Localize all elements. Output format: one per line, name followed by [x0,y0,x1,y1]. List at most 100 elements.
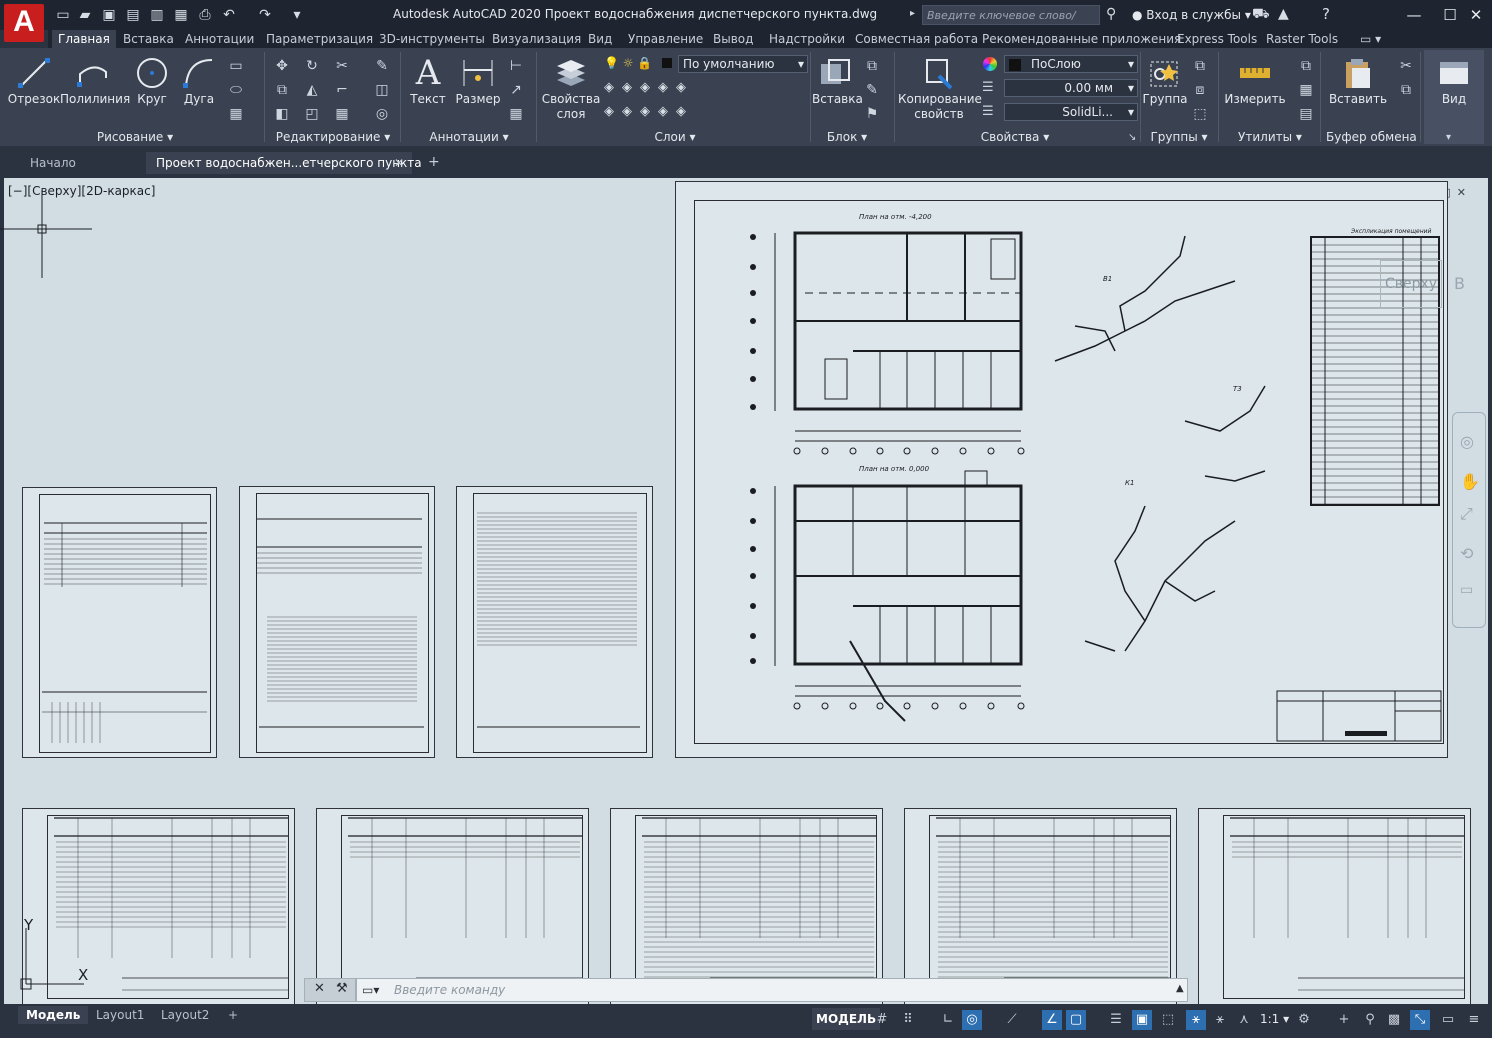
fillet-icon[interactable]: ⌐ [332,80,352,100]
tab-home[interactable]: Главная [52,30,116,48]
line-button[interactable]: Отрезок [6,54,62,128]
block-panel-title[interactable]: Блок ▾ [812,130,882,145]
isodraft-icon[interactable]: ⟋ [1002,1010,1022,1030]
open-web-icon[interactable]: ▥ [148,6,166,24]
new-tab-icon[interactable]: + [428,154,440,170]
tab-view[interactable]: Вид [582,30,618,48]
move-icon[interactable]: ✥ [272,56,292,76]
copy-clip-icon[interactable]: ⧉ [1396,80,1416,100]
group-edit-icon[interactable]: ⧈ [1190,80,1210,100]
search-expand-icon[interactable]: ▸ [910,8,915,19]
polyline-button[interactable]: Полилиния [60,54,130,128]
tab-layout2[interactable]: Layout2 [153,1006,217,1024]
application-menu-button[interactable]: A [4,4,44,42]
zoom-extents-icon[interactable]: ⤢ [1460,504,1473,524]
mirror-icon[interactable]: ◭ [302,80,322,100]
groups-panel-title[interactable]: Группы ▾ [1142,130,1216,145]
add-layout-icon[interactable]: + [220,1006,246,1024]
tab-drawing-file[interactable]: Проект водоснабжен...етчерского пункта ✕ [146,152,422,174]
offset-icon[interactable]: ◎ [372,104,392,124]
color-dropdown[interactable]: ПоСлою ▾ [1004,55,1138,73]
wrench-icon[interactable]: ⚒ [336,981,348,996]
orbit-icon[interactable]: ⟲ [1460,544,1473,563]
customize-qat-icon[interactable]: ▾ [288,6,306,24]
command-history-icon[interactable]: ▭▾ [362,983,379,997]
redo-icon[interactable]: ↷ [256,6,274,24]
object-snap-icon[interactable]: ▢ [1066,1010,1086,1030]
text-button[interactable]: A Текст [404,53,452,128]
create-block-icon[interactable]: ⧉ [862,56,882,76]
tab-insert[interactable]: Вставка [117,30,180,48]
rectangle-icon[interactable]: ▭ [226,56,246,76]
clean-screen-toggle-icon[interactable]: ⤡ [1410,1010,1430,1030]
layers-panel-title[interactable]: Слои ▾ [600,130,750,145]
binoculars-icon[interactable]: ⚲ [1106,6,1116,22]
transparency-icon[interactable]: ▣ [1132,1010,1152,1030]
model-space-button[interactable]: МОДЕЛЬ [812,1008,881,1030]
ungroup-icon[interactable]: ⧉ [1190,56,1210,76]
hardware-acceleration-icon[interactable]: ▩ [1384,1010,1404,1030]
minimize-button[interactable]: — [1400,4,1428,26]
snap-icon[interactable]: ⠿ [898,1010,918,1030]
showmotion-icon[interactable]: ▭ [1460,582,1473,598]
copy-icon[interactable]: ⧉ [272,80,292,100]
autodesk-a360-icon[interactable]: ▲ [1278,6,1289,22]
help-icon[interactable]: ? [1322,5,1330,23]
search-input[interactable]: Введите ключевое слово/фразу [922,5,1100,42]
layer-dropdown[interactable]: По умолчанию ▾ [678,55,808,73]
dimension-button[interactable]: Размер [452,54,504,128]
arc-button[interactable]: Дуга [176,54,222,128]
group-button[interactable]: Группа [1142,54,1188,128]
annotation-panel-title[interactable]: Аннотации ▾ [404,130,534,145]
linear-dimension-icon[interactable]: ⊢ [506,56,526,76]
grid-icon[interactable]: # [872,1010,892,1030]
tab-featured-apps[interactable]: Рекомендованные приложения [976,30,1187,48]
measure-button[interactable]: Измерить [1222,54,1288,128]
annotation-visibility-icon[interactable]: ⚹ [1186,1010,1206,1030]
save-as-icon[interactable]: ▤ [124,6,142,24]
tab-3d-tools[interactable]: 3D-инструменты [373,30,491,48]
tab-layout1[interactable]: Layout1 [88,1006,152,1024]
close-icon[interactable]: ✕ [314,981,325,996]
layer-tools-row-1[interactable]: ◈◈◈◈◈ [604,80,694,95]
undo-icon[interactable]: ↶ [220,6,238,24]
block-attributes-icon[interactable]: ⚑ [862,104,882,124]
lineweight-dropdown[interactable]: 0.00 мм ▾ [1004,79,1138,97]
circle-button[interactable]: Круг [126,54,178,128]
clipboard-panel-title[interactable]: Буфер обмена [1326,130,1417,145]
workspace-gear-icon[interactable]: ⚙ [1294,1010,1314,1030]
edit-block-icon[interactable]: ✎ [862,80,882,100]
customize-menu-icon[interactable]: ≡ [1464,1010,1484,1030]
tab-model[interactable]: Модель [18,1006,89,1024]
tab-manage[interactable]: Управление [622,30,709,48]
properties-panel-title[interactable]: Свойства ▾ [960,130,1070,145]
tab-output[interactable]: Вывод [707,30,759,48]
isolate-objects-icon[interactable]: ⚲ [1360,1010,1380,1030]
linetype-dropdown[interactable]: SolidLi... ▾ [1004,103,1138,121]
id-point-icon[interactable]: ▤ [1296,104,1316,124]
close-icon[interactable]: ✕ [394,152,404,174]
leader-icon[interactable]: ↗ [506,80,526,100]
trim-icon[interactable]: ✂ [332,56,352,76]
command-input[interactable]: Введите команду [394,983,505,997]
properties-dialog-launcher-icon[interactable]: ↘ [1128,132,1136,143]
insert-block-button[interactable]: Вставка [812,54,863,128]
quick-select-icon[interactable]: ⧉ [1296,56,1316,76]
match-properties-button[interactable]: Копирование свойств [898,54,982,128]
explode-icon[interactable]: ◫ [372,80,392,100]
tab-addins[interactable]: Надстройки [763,30,851,48]
tab-parametric[interactable]: Параметризация [260,30,379,48]
tab-visualize[interactable]: Визуализация [486,30,587,48]
rotate-icon[interactable]: ↻ [302,56,322,76]
scale-icon[interactable]: ◰ [302,104,322,124]
ortho-icon[interactable]: ∟ [938,1010,958,1030]
selection-cycling-icon[interactable]: ⬚ [1158,1010,1178,1030]
layer-tools-row-2[interactable]: ◈◈◈◈◈ [604,104,694,119]
stretch-icon[interactable]: ◧ [272,104,292,124]
open-icon[interactable]: ▰ [76,6,94,24]
auto-scale-icon[interactable]: ⚹ [1210,1010,1230,1030]
polar-tracking-icon[interactable]: ◎ [962,1010,982,1030]
utilities-panel-title[interactable]: Утилиты ▾ [1222,130,1318,145]
save-web-icon[interactable]: ▦ [172,6,190,24]
annotation-scale-icon[interactable]: ⋏ [1234,1010,1254,1030]
